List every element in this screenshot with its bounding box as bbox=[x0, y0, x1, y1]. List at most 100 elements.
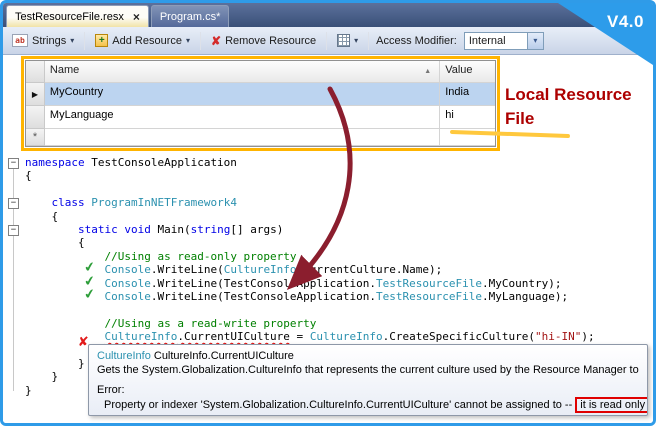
add-resource-button[interactable]: + Add Resource ▾ bbox=[92, 32, 193, 49]
code-token: namespace bbox=[25, 156, 85, 169]
tab-program-cs-[interactable]: Program.cs* bbox=[151, 5, 230, 27]
access-modifier-label: Access Modifier: bbox=[376, 35, 457, 47]
code-token: } bbox=[25, 370, 58, 383]
access-modifier-combobox[interactable]: Internal ▾ bbox=[464, 32, 544, 50]
add-resource-icon: + bbox=[95, 34, 108, 47]
code-token: TestResourceFile bbox=[376, 277, 482, 290]
code-line: −namespace TestConsoleApplication bbox=[25, 156, 653, 169]
grid-header-name[interactable]: Name ▲ bbox=[45, 61, 440, 83]
value-cell[interactable]: hi bbox=[440, 106, 495, 129]
code-line bbox=[25, 183, 653, 196]
error-message: Property or indexer 'System.Globalizatio… bbox=[104, 399, 572, 411]
resource-grid: Name ▲ Value ▶MyCountryIndiaMyLanguagehi… bbox=[25, 60, 496, 147]
code-token: .WriteLine(TestConsoleApplication. bbox=[151, 277, 376, 290]
code-token: //Using as a read-write property bbox=[104, 317, 316, 330]
code-line: ✔ Console.WriteLine(TestConsoleApplicati… bbox=[25, 277, 653, 290]
combobox-dropdown-button[interactable]: ▾ bbox=[527, 33, 543, 49]
strings-label: Strings bbox=[32, 35, 66, 47]
tab-testresourcefile-resx[interactable]: TestResourceFile.resx × bbox=[6, 5, 149, 27]
code-token bbox=[25, 317, 104, 330]
value-column-label: Value bbox=[445, 64, 472, 76]
code-token: string bbox=[191, 223, 231, 236]
grid-new-row[interactable]: * bbox=[26, 129, 495, 146]
code-line: //Using as read-only property bbox=[25, 250, 653, 263]
resource-grid-body: ▶MyCountryIndiaMyLanguagehi* bbox=[26, 83, 495, 146]
fold-collapse-icon[interactable]: − bbox=[8, 198, 19, 209]
current-row-icon: ▶ bbox=[26, 83, 45, 106]
name-column-label: Name bbox=[50, 64, 79, 76]
grid-view-icon bbox=[337, 34, 350, 47]
code-token: } bbox=[25, 357, 85, 370]
row-header-cell bbox=[26, 106, 45, 129]
code-line: //Using as a read-write property bbox=[25, 317, 653, 330]
code-line: { bbox=[25, 169, 653, 182]
code-token: Console bbox=[104, 277, 150, 290]
code-line: − static void Main(string[] args) bbox=[25, 223, 653, 236]
code-token: ); bbox=[581, 330, 594, 343]
code-token: Console bbox=[104, 290, 150, 303]
name-cell[interactable]: MyCountry bbox=[45, 83, 440, 106]
code-token: class bbox=[52, 196, 85, 209]
value-cell[interactable]: India bbox=[440, 83, 495, 106]
remove-resource-icon: ✘ bbox=[211, 35, 221, 47]
chevron-down-icon: ▾ bbox=[70, 36, 74, 45]
grid-header-value[interactable]: Value bbox=[440, 61, 495, 83]
code-token: } bbox=[25, 384, 32, 397]
code-token bbox=[25, 196, 52, 209]
signature-member: CultureInfo.CurrentUICulture bbox=[151, 350, 294, 362]
toolbar-separator bbox=[200, 32, 201, 50]
name-cell[interactable] bbox=[45, 129, 440, 146]
fold-collapse-icon[interactable]: − bbox=[8, 225, 19, 236]
strings-icon: ab bbox=[12, 34, 28, 47]
code-token: CultureInfo bbox=[224, 263, 297, 276]
code-token: = bbox=[290, 330, 310, 343]
code-token: .CreateSpecificCulture( bbox=[383, 330, 535, 343]
grid-row[interactable]: MyLanguagehi bbox=[26, 106, 495, 129]
chevron-down-icon: ▾ bbox=[186, 36, 190, 45]
code-token: TestConsoleApplication bbox=[85, 156, 237, 169]
access-modifier-value: Internal bbox=[465, 33, 527, 49]
version-label: V4.0 bbox=[607, 12, 644, 32]
code-line bbox=[25, 303, 653, 316]
code-token: Main( bbox=[151, 223, 191, 236]
error-tooltip: CultureInfo CultureInfo.CurrentUICulture… bbox=[88, 344, 648, 416]
sort-ascending-icon: ▲ bbox=[424, 68, 431, 75]
tab-label: Program.cs* bbox=[160, 11, 221, 23]
code-token: CultureInfo bbox=[104, 330, 177, 343]
toolbar-separator bbox=[326, 32, 327, 50]
code-token: { bbox=[25, 210, 58, 223]
toolbar-separator bbox=[84, 32, 85, 50]
code-token: [] args) bbox=[230, 223, 283, 236]
code-line: − class ProgramInNETFramework4 bbox=[25, 196, 653, 209]
remove-resource-button[interactable]: ✘ Remove Resource bbox=[208, 33, 319, 49]
code-token: Console bbox=[104, 263, 150, 276]
tab-label: TestResourceFile.resx bbox=[15, 11, 124, 23]
grid-row[interactable]: ▶MyCountryIndia bbox=[26, 83, 495, 106]
new-row-icon: * bbox=[26, 129, 45, 146]
close-icon[interactable]: × bbox=[133, 12, 140, 22]
code-token: .WriteLine( bbox=[151, 263, 224, 276]
name-cell[interactable]: MyLanguage bbox=[45, 106, 440, 129]
vs-window: TestResourceFile.resx × Program.cs* ab Str… bbox=[0, 0, 656, 426]
code-token: void bbox=[124, 223, 151, 236]
chevron-down-icon: ▾ bbox=[533, 36, 537, 45]
code-token: .MyCountry); bbox=[482, 277, 561, 290]
strings-dropdown-button[interactable]: ab Strings ▾ bbox=[9, 32, 77, 49]
annotation-line1: Local Resource bbox=[505, 83, 632, 107]
code-token: CultureInfo bbox=[310, 330, 383, 343]
code-line: { bbox=[25, 236, 653, 249]
code-token: .MyLanguage); bbox=[482, 290, 568, 303]
view-options-button[interactable]: ▾ bbox=[334, 32, 361, 49]
tooltip-error-text: Property or indexer 'System.Globalizatio… bbox=[97, 397, 639, 413]
code-token: { bbox=[25, 236, 85, 249]
signature-type: CultureInfo bbox=[97, 350, 151, 362]
code-token: "hi-IN" bbox=[535, 330, 581, 343]
grid-corner-cell bbox=[26, 61, 45, 83]
plus-glyph: + bbox=[99, 36, 105, 46]
toolbar-separator bbox=[368, 32, 369, 50]
fold-collapse-icon[interactable]: − bbox=[8, 158, 19, 169]
code-token bbox=[25, 330, 104, 343]
code-token bbox=[25, 223, 78, 236]
code-line: ✔ Console.WriteLine(CultureInfo.CurrentC… bbox=[25, 263, 653, 276]
code-line: ✔ Console.WriteLine(TestConsoleApplicati… bbox=[25, 290, 653, 303]
